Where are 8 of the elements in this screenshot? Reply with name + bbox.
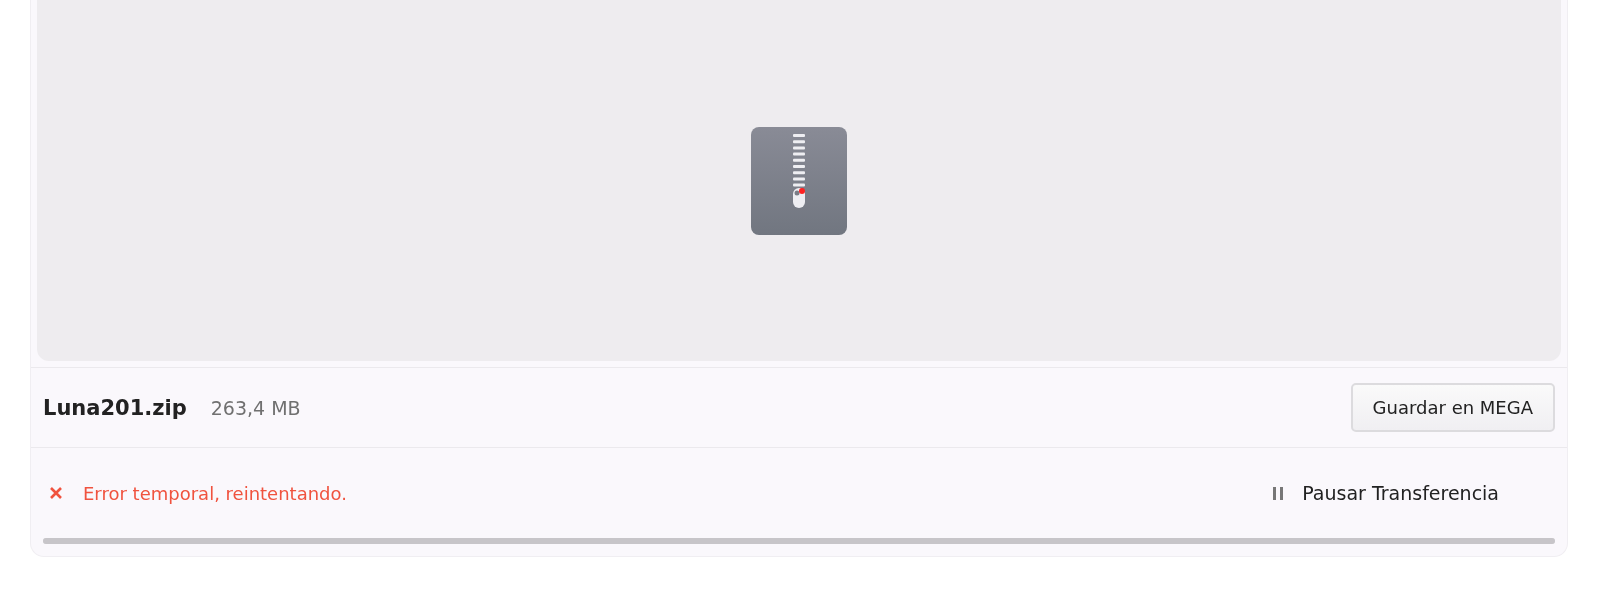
pause-button[interactable]: Pausar Transferencia [1272,482,1499,504]
save-button[interactable]: Guardar en MEGA [1350,383,1555,432]
status-message: Error temporal, reintentando. [83,482,347,504]
file-name: Luna201.zip [43,395,187,420]
close-icon [49,486,63,500]
zip-file-icon [751,126,847,235]
file-size: 263,4 MB [210,396,301,419]
pause-icon [1272,486,1285,500]
